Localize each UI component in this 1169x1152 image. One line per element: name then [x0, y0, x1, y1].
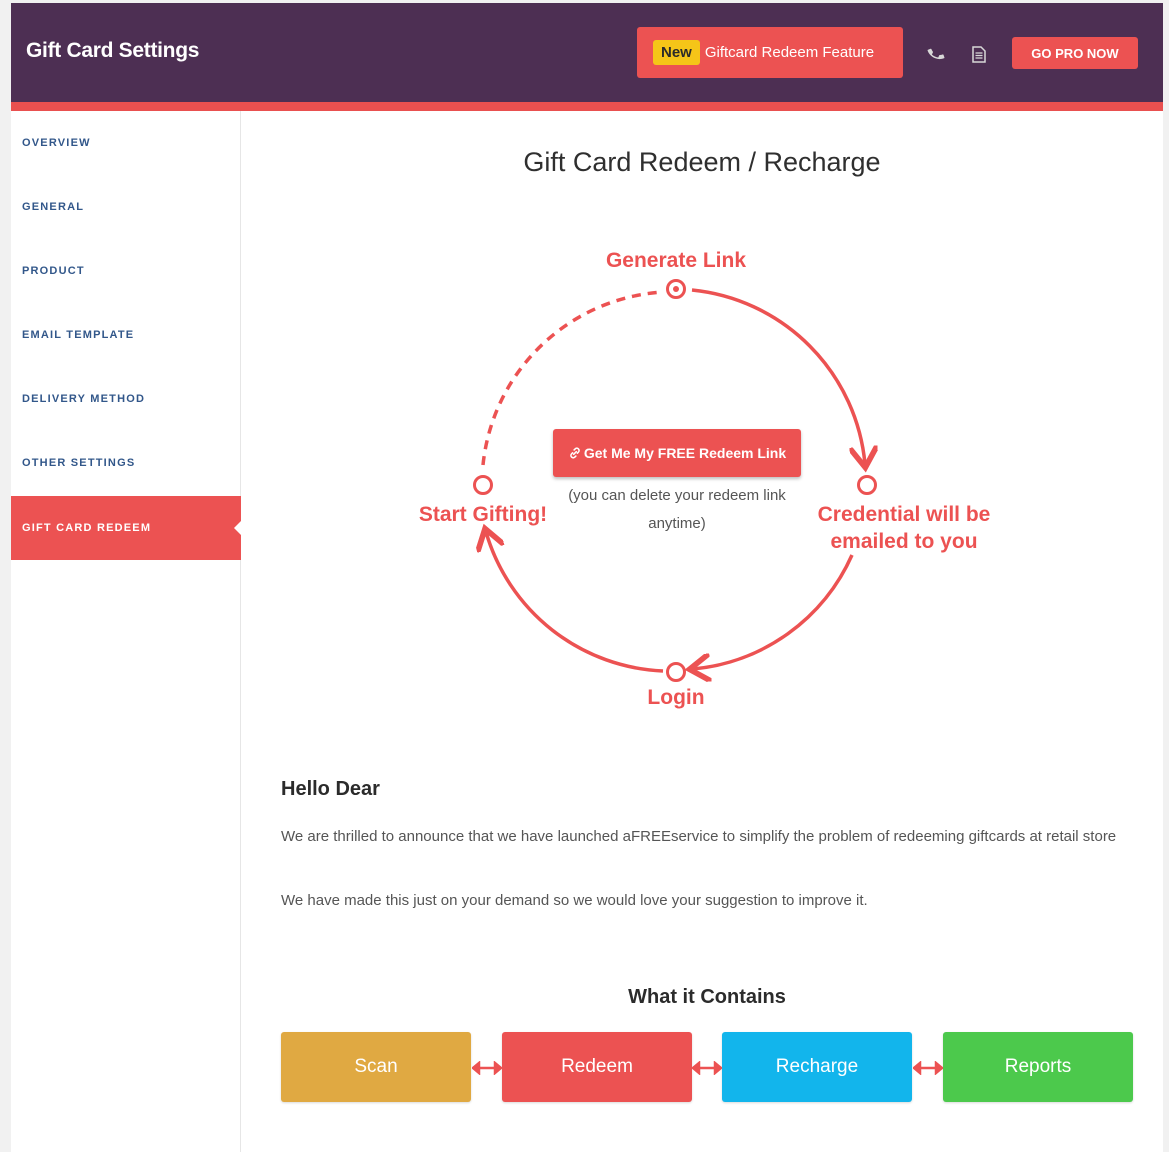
page: Gift Card Settings New Giftcard Redeem F… [11, 3, 1163, 1152]
feature-recharge: Recharge [722, 1032, 912, 1102]
contains-heading: What it Contains [628, 986, 786, 1008]
feature-scan: Scan [281, 1032, 471, 1102]
cycle-label-credential: Credential will be emailed to you [794, 501, 1014, 555]
link-icon [568, 446, 582, 460]
arc-right-bottom [693, 554, 854, 669]
cta-label: Get Me My FREE Redeem Link [583, 445, 787, 461]
cycle-label-login: Login [647, 686, 705, 709]
cta-note: (you can delete your redeem link anytime… [568, 487, 786, 532]
get-free-redeem-link-button[interactable]: Get Me My FREE Redeem Link [553, 429, 801, 477]
double-arrow-icon [472, 1061, 502, 1075]
arc-bottom-left [486, 532, 664, 673]
cycle-label-credential-line1: Credential will be [817, 503, 991, 526]
feature-reports: Reports [943, 1032, 1133, 1102]
cycle-label-generate-link: Generate Link [605, 249, 747, 272]
node-left [473, 475, 493, 495]
greeting-heading: Hello Dear [281, 778, 380, 800]
cycle-label-credential-line2: emailed to you [830, 530, 978, 553]
double-arrow-icon [692, 1061, 722, 1075]
node-bottom [666, 662, 686, 682]
node-right [857, 475, 877, 495]
cycle-label-start-gifting: Start Gifting! [418, 503, 548, 526]
announcement-paragraph: We are thrilled to announce that we have… [281, 828, 1117, 845]
node-top-dot [673, 286, 679, 292]
double-arrow-icon [913, 1061, 943, 1075]
redeem-cycle-diagram [473, 279, 1163, 763]
feature-redeem: Redeem [502, 1032, 692, 1102]
suggestion-paragraph: We have made this just on your demand so… [281, 892, 868, 909]
